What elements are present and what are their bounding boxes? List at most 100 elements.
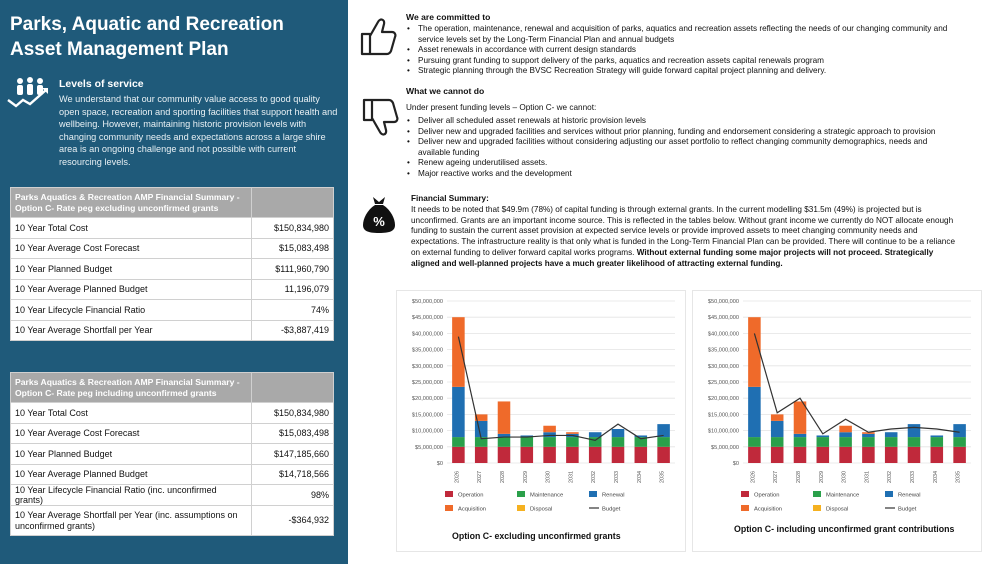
bar-renewal <box>816 435 830 438</box>
table-row: 10 Year Average Planned Budget $14,718,56… <box>10 463 334 485</box>
x-tick-label: 2030 <box>842 471 848 483</box>
financial-summary-table-excluding: Parks Aquatics & Recreation AMP Financia… <box>10 187 334 341</box>
legend-label: Maintenance <box>826 493 859 499</box>
bar-maintenance <box>657 437 670 447</box>
bar-operation <box>520 446 534 463</box>
bar-acquisition <box>543 425 556 433</box>
bar-maintenance <box>520 437 534 447</box>
legend-label: Budget <box>602 507 621 513</box>
chart-including-grants-svg: $0 $5,000,000 $10,000,000 $15,000,000 $20,00… <box>708 299 971 513</box>
bar-maintenance <box>907 437 921 447</box>
budget-line <box>457 336 664 441</box>
table-header: Parks Aquatics & Recreation AMP Financia… <box>10 187 252 218</box>
x-tick-label: 2034 <box>637 471 643 483</box>
cannot-list: Deliver all scheduled asset renewals at … <box>406 116 958 180</box>
table-row: 10 Year Planned Budget $147,185,660 <box>10 443 334 465</box>
legend-label: Acquisition <box>754 507 782 513</box>
bar-operation <box>588 446 602 463</box>
cannot-intro: Under present funding levels – Option C-… <box>406 103 597 112</box>
bar-maintenance <box>930 437 944 447</box>
bar-operation <box>839 446 852 463</box>
x-tick-label: 2029 <box>523 471 529 483</box>
page: Parks, Aquatic and Recreation Asset Mana… <box>0 0 1004 564</box>
legend-swatch <box>445 505 453 511</box>
y-tick-label: $5,000,000 <box>415 445 443 451</box>
list-item: Deliver new and upgraded facilities with… <box>406 137 958 158</box>
x-tick-label: 2033 <box>910 471 916 483</box>
bar-maintenance <box>497 437 511 447</box>
list-item: Pursuing grant funding to support delive… <box>406 56 958 67</box>
bar-operation <box>657 446 670 463</box>
x-tick-label: 2032 <box>887 471 893 483</box>
y-tick-label: $30,000,000 <box>708 364 739 370</box>
bar-operation <box>748 446 761 463</box>
y-tick-label: $10,000,000 <box>708 429 739 435</box>
list-item: Asset renewals in accordance with curren… <box>406 45 958 56</box>
y-tick-label: $30,000,000 <box>412 364 443 370</box>
legend-swatch <box>517 505 525 511</box>
committed-list: The operation, maintenance, renewal and … <box>406 24 958 77</box>
list-item: Strategic planning through the BVSC Recr… <box>406 66 958 77</box>
y-tick-label: $5,000,000 <box>711 445 739 451</box>
levels-of-service-text: We understand that our community value a… <box>59 94 338 167</box>
y-tick-label: $45,000,000 <box>412 315 443 321</box>
x-tick-label: 2026 <box>750 471 756 483</box>
x-tick-label: 2031 <box>864 471 870 483</box>
legend-label: Budget <box>898 507 917 513</box>
bar-operation <box>634 446 648 463</box>
bar-acquisition <box>566 432 579 434</box>
bar-renewal <box>862 433 875 438</box>
bar-renewal <box>839 432 852 438</box>
bar-operation <box>793 446 807 463</box>
table-row: 10 Year Lifecycle Financial Ratio (inc. … <box>10 484 334 506</box>
list-item: Deliver new and upgraded facilities and … <box>406 127 958 138</box>
table-row: 10 Year Average Cost Forecast $15,083,498 <box>10 422 334 444</box>
bar-maintenance <box>543 437 556 447</box>
y-tick-label: $10,000,000 <box>412 429 443 435</box>
y-tick-label: $20,000,000 <box>708 396 739 402</box>
bar-renewal <box>930 435 944 438</box>
bar-renewal <box>474 420 488 438</box>
legend-label: Disposal <box>530 507 552 513</box>
bar-acquisition <box>748 317 761 387</box>
bar-renewal <box>588 432 602 438</box>
table-row: 10 Year Total Cost $150,834,980 <box>10 402 334 424</box>
table-row: 10 Year Average Shortfall per Year -$3,88… <box>10 319 334 341</box>
x-tick-label: 2034 <box>933 471 939 483</box>
y-tick-label: $50,000,000 <box>412 299 443 305</box>
chart-excluding-grants-svg: $0 $5,000,000 $10,000,000 $15,000,000 $20,00… <box>412 299 675 513</box>
y-tick-label: $35,000,000 <box>412 348 443 354</box>
legend-label: Renewal <box>602 493 625 499</box>
list-item: Deliver all scheduled asset renewals at … <box>406 116 958 127</box>
bar-renewal <box>793 433 807 438</box>
financial-summary: Financial Summary: It needs to be noted … <box>411 194 963 270</box>
bar-operation <box>953 446 966 463</box>
x-tick-label: 2028 <box>500 471 506 483</box>
list-item: The operation, maintenance, renewal and … <box>406 24 958 45</box>
bar-maintenance <box>566 437 579 447</box>
bar-operation <box>862 446 875 463</box>
x-tick-label: 2028 <box>796 471 802 483</box>
y-tick-label: $20,000,000 <box>412 396 443 402</box>
legend-swatch <box>517 491 525 497</box>
y-tick-label: $35,000,000 <box>708 348 739 354</box>
bar-maintenance <box>839 437 852 447</box>
legend-label: Maintenance <box>530 493 563 499</box>
bar-operation <box>497 446 511 463</box>
bar-acquisition <box>770 414 784 421</box>
x-tick-label: 2029 <box>819 471 825 483</box>
legend-label: Operation <box>754 493 779 499</box>
bar-operation <box>566 446 579 463</box>
legend-swatch <box>741 491 749 497</box>
bar-renewal <box>907 424 921 438</box>
cannot-heading: What we cannot do <box>406 86 485 96</box>
bar-maintenance <box>884 437 898 447</box>
legend-label: Renewal <box>898 493 921 499</box>
x-tick-label: 2035 <box>956 471 962 483</box>
y-tick-label: $25,000,000 <box>412 380 443 386</box>
bar-operation <box>907 446 921 463</box>
table-row: 10 Year Average Planned Budget 11,196,079 <box>10 278 334 300</box>
bar-operation <box>452 446 465 463</box>
x-tick-label: 2027 <box>477 471 483 483</box>
page-title: Parks, Aquatic and Recreation Asset Mana… <box>10 14 284 60</box>
